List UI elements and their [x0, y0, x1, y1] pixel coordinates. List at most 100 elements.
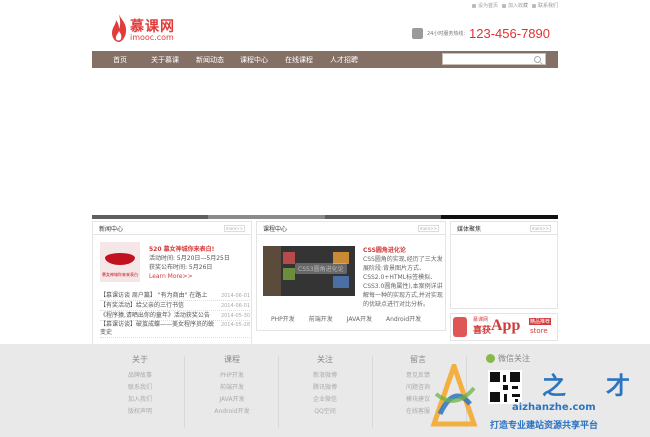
news-line-1: 活动时间: 5月20日—5月25日: [149, 255, 230, 262]
banner-slider-indicators: [92, 215, 558, 219]
course-description: CSS圆角的实现,经历了三大发展阶段:背景图片方式、CSS2.0+HTML标签模…: [363, 256, 443, 308]
footer-divider: [184, 356, 185, 428]
news-featured-image[interactable]: 慕女神城你来来表白: [100, 242, 140, 282]
news-headline[interactable]: 520 慕女神城你来表白!: [149, 245, 249, 254]
app-banner-line1: 慕课网: [473, 317, 489, 323]
course-image-caption: CSS3圆角进化论: [295, 263, 347, 274]
footer-link[interactable]: 品牌故事: [118, 370, 162, 382]
course-image-block: [333, 276, 349, 288]
footer-link[interactable]: 新浪微博: [303, 370, 347, 382]
course-more-link[interactable]: more>>: [417, 224, 439, 232]
nav-item-news[interactable]: 新闻动态: [196, 55, 224, 65]
media-content: [451, 236, 556, 310]
wechat-follow: 微信关注: [486, 353, 530, 364]
news-panel-header: 新闻中心 more>>: [93, 222, 251, 235]
nav-item-about[interactable]: 关于慕课: [151, 55, 179, 65]
site-logo[interactable]: 慕课网 imooc.com: [111, 13, 186, 47]
home-icon: [471, 3, 476, 8]
news-list-item[interactable]: 《程序猿,请晒出你的童年》活动获奖公告 2014-05-30: [100, 311, 250, 321]
phone-icon: [411, 28, 423, 39]
wechat-icon: [486, 354, 495, 363]
tab-frontend[interactable]: 前端开发: [309, 314, 333, 323]
star-icon: [501, 3, 506, 8]
media-more-link[interactable]: more>>: [529, 224, 551, 232]
slider-indicator-1[interactable]: [92, 215, 208, 219]
search-input[interactable]: [442, 53, 546, 65]
news-list-item[interactable]: 【慕课访谈】破茧成蝶——美女程序员的蜕变史 2014-05-28: [100, 321, 250, 338]
main-nav: 首页 关于慕课 新闻动态 课程中心 在线课程 人才招聘: [92, 51, 558, 68]
mail-icon: [531, 3, 536, 8]
course-image-block: [283, 268, 295, 280]
nav-item-jobs[interactable]: 人才招聘: [330, 55, 358, 65]
hotline-label: 24小时服务热线:: [426, 31, 466, 37]
course-panel-title: 课程中心: [263, 225, 288, 233]
watermark-url: aizhanzhe.com: [512, 402, 596, 413]
news-more-link[interactable]: more>>: [223, 224, 245, 232]
course-item-title[interactable]: CSS圆角进化论: [363, 246, 443, 255]
footer-divider: [372, 356, 373, 428]
hero-banner: [92, 68, 558, 216]
watermark-zhi: 之: [542, 371, 566, 400]
course-featured-image[interactable]: CSS3圆角进化论: [263, 246, 355, 296]
news-panel: 新闻中心 more>> 慕女神城你来来表白 520 慕女神城你来表白! 活动时间…: [92, 221, 252, 345]
wechat-qr-code: [488, 370, 522, 404]
tab-java[interactable]: JAVA开发: [347, 314, 372, 323]
news-list-item[interactable]: 【慕课访谈 周户篇】 "有为商由" 在路上 2014-06-01: [100, 291, 250, 301]
course-image-block: [283, 252, 295, 264]
set-homepage-link[interactable]: 设为首页: [471, 2, 498, 9]
lips-image: [105, 253, 135, 265]
footer-col-about: 关于 品牌故事 联系我们 加入我们 版权声明: [118, 354, 162, 418]
news-list: 【慕课访谈 周户篇】 "有为商由" 在路上 2014-06-01 【有奖活动】给父…: [100, 291, 250, 338]
app-store-banner[interactable]: 慕课网 喜获 App 精品推荐 store: [450, 313, 558, 341]
top-links: 设为首页 加入收藏 联系我们: [471, 2, 558, 9]
course-summary: CSS圆角进化论 CSS圆角的实现,经历了三大发展阶段:背景图片方式、CSS2.…: [363, 246, 443, 309]
slider-indicator-3[interactable]: [325, 215, 441, 219]
footer-col-title: 关于: [132, 355, 148, 364]
media-panel-title: 媒体聚焦: [457, 225, 482, 233]
flame-icon: [112, 14, 127, 42]
search-icon[interactable]: [534, 56, 541, 63]
contact-us-link[interactable]: 联系我们: [531, 2, 558, 9]
footer-link[interactable]: 前端开发: [208, 382, 256, 394]
footer-link[interactable]: 企业微信: [303, 394, 347, 406]
watermark-slogan: 打造专业建站资源共享平台: [490, 421, 599, 431]
footer-divider: [278, 356, 279, 428]
tab-android[interactable]: Android开发: [386, 314, 421, 323]
footer-link[interactable]: 版权声明: [118, 406, 162, 418]
footer-link[interactable]: Android开发: [208, 406, 256, 418]
hotline-number: 123-456-7890: [469, 26, 550, 41]
tab-php[interactable]: PHP开发: [271, 314, 295, 323]
footer-link[interactable]: JAVA开发: [208, 394, 256, 406]
media-panel-header: 媒体聚焦 more>>: [451, 222, 557, 235]
watermark-logo: [430, 364, 478, 427]
learn-more-link[interactable]: Learn More>>: [149, 272, 249, 281]
footer-link[interactable]: PHP开发: [208, 370, 256, 382]
slider-indicator-2[interactable]: [208, 215, 325, 219]
footer-col-follow: 关注 新浪微博 腾讯微博 企业微信 QQ空间: [303, 354, 347, 418]
nav-item-home[interactable]: 首页: [113, 55, 127, 65]
app-banner-line2: 喜获: [473, 326, 492, 336]
news-panel-title: 新闻中心: [99, 225, 124, 233]
course-panel: 课程中心 more>> CSS3圆角进化论 CSS圆角进化论 CSS圆角的实现,…: [256, 221, 446, 331]
course-image-sidebar: [263, 246, 281, 296]
footer-link[interactable]: QQ空间: [303, 406, 347, 418]
footer-col-courses: 课程 PHP开发 前端开发 JAVA开发 Android开发: [208, 354, 256, 418]
slider-indicator-4[interactable]: [441, 215, 558, 219]
course-tabs: PHP开发 前端开发 JAVA开发 Android开发: [271, 314, 421, 323]
add-favorite-link[interactable]: 加入收藏: [501, 2, 528, 9]
footer-link[interactable]: 加入我们: [118, 394, 162, 406]
news-line-2: 获奖公布时间: 5月26日: [149, 264, 213, 271]
footer-link[interactable]: 联系我们: [118, 382, 162, 394]
news-summary: 520 慕女神城你来表白! 活动时间: 5月20日—5月25日 获奖公布时间: …: [149, 245, 249, 281]
footer-link[interactable]: 腾讯微博: [303, 382, 347, 394]
news-list-item[interactable]: 【有奖活动】给父亲的三行书信 2014-06-01: [100, 301, 250, 311]
footer-col-title: 关注: [317, 355, 333, 364]
hotline: 24小时服务热线: 123-456-7890: [411, 26, 550, 41]
news-image-caption: 慕女神城你来来表白: [102, 272, 138, 277]
app-banner-tag: 精品推荐: [529, 318, 552, 325]
app-icon: [453, 317, 467, 337]
watermark-cai: 才: [606, 371, 630, 400]
nav-item-courses[interactable]: 课程中心: [240, 55, 268, 65]
nav-item-online[interactable]: 在线课程: [285, 55, 313, 65]
media-panel: 媒体聚焦 more>>: [450, 221, 558, 309]
